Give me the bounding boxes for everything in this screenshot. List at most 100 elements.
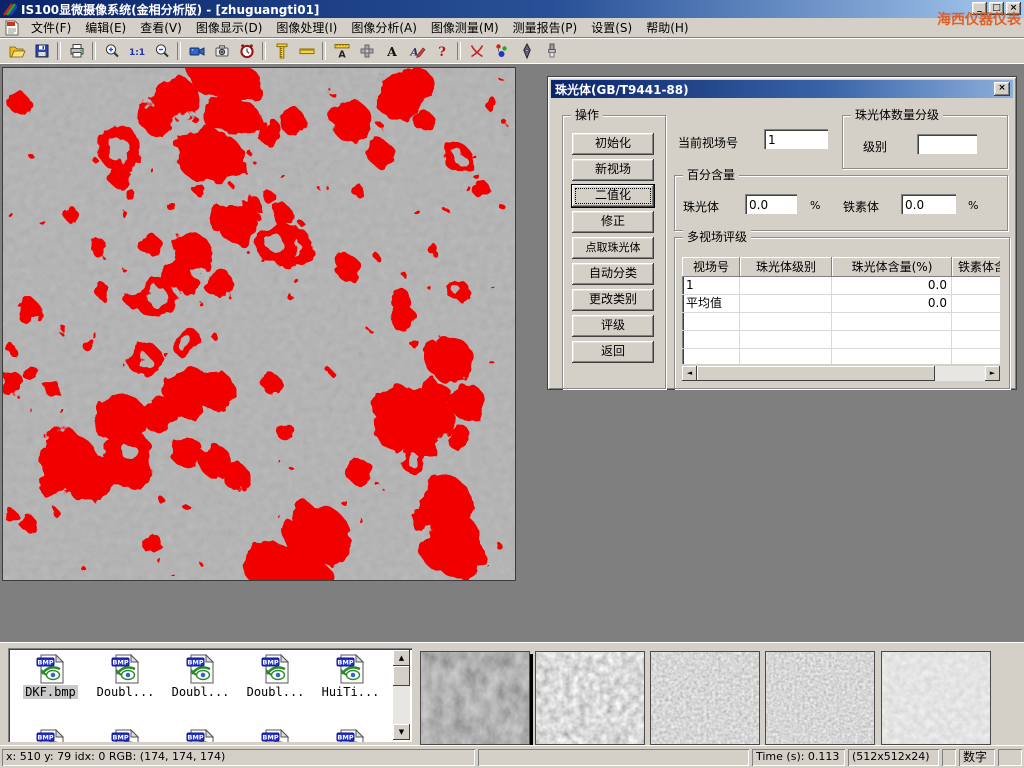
file-item[interactable]: HuiTi... bbox=[314, 653, 387, 699]
actual-size-icon[interactable]: 1:1 bbox=[124, 40, 149, 62]
file-name[interactable]: Doubl... bbox=[245, 685, 307, 699]
toolbar-separator bbox=[457, 42, 461, 60]
binarize-button[interactable]: 二值化 bbox=[572, 185, 654, 207]
measure-text-icon[interactable]: A bbox=[329, 40, 354, 62]
menu-image-analysis[interactable]: 图像分析(A) bbox=[344, 17, 424, 38]
return-button[interactable]: 返回 bbox=[572, 341, 654, 363]
thumbnail-1[interactable] bbox=[420, 651, 530, 745]
col-pearlite-level[interactable]: 珠光体级别 bbox=[740, 257, 832, 277]
scroll-left-icon[interactable]: ◄ bbox=[682, 366, 697, 381]
file-browser[interactable]: DKF.bmp Doubl... Doubl... Doubl... HuiTi… bbox=[8, 648, 412, 742]
grading-group-label: 珠光体数量分级 bbox=[851, 108, 943, 122]
video-capture-icon[interactable] bbox=[184, 40, 209, 62]
title-bar: IS100显微摄像系统(金相分析版) - [zhuguangti01] _ □ … bbox=[0, 0, 1024, 18]
bmp-file-icon bbox=[109, 728, 143, 742]
current-field-input[interactable] bbox=[764, 129, 828, 149]
menu-image-measure[interactable]: 图像测量(M) bbox=[424, 17, 506, 38]
print-icon[interactable] bbox=[64, 40, 89, 62]
file-item[interactable]: Doubl... bbox=[164, 653, 237, 699]
bmp-file-icon bbox=[334, 728, 368, 742]
menu-measure-report[interactable]: 测量报告(P) bbox=[506, 17, 585, 38]
document-icon[interactable] bbox=[4, 20, 20, 36]
thumbnail-4[interactable] bbox=[765, 651, 875, 745]
file-item-partial[interactable] bbox=[14, 728, 87, 742]
file-item[interactable]: DKF.bmp bbox=[14, 653, 87, 699]
status-empty-panel bbox=[478, 749, 749, 766]
svg-text:1:1: 1:1 bbox=[128, 48, 144, 58]
file-item[interactable]: Doubl... bbox=[89, 653, 162, 699]
table-row-empty bbox=[682, 331, 1000, 349]
dialog-title-bar[interactable]: 珠光体(GB/T9441-88) bbox=[551, 80, 1013, 98]
file-item-partial[interactable] bbox=[89, 728, 162, 742]
classify-points-icon[interactable] bbox=[489, 40, 514, 62]
bmp-file-icon bbox=[34, 653, 68, 685]
scroll-thumb[interactable] bbox=[393, 666, 410, 686]
thumbnail-2[interactable] bbox=[535, 651, 645, 745]
file-name[interactable]: HuiTi... bbox=[320, 685, 382, 699]
thumbnail-3[interactable] bbox=[650, 651, 760, 745]
zoom-out-icon[interactable] bbox=[149, 40, 174, 62]
caliper-icon[interactable] bbox=[269, 40, 294, 62]
micrograph-image[interactable] bbox=[2, 67, 516, 581]
pen-tool-icon[interactable] bbox=[514, 40, 539, 62]
table-header: 视场号 珠光体级别 珠光体含量(%) 铁素体含量(%) bbox=[682, 257, 1000, 277]
table-row[interactable]: 平均值 0.0 bbox=[682, 295, 1000, 313]
dialog-close-icon[interactable]: × bbox=[994, 82, 1010, 96]
file-item-partial[interactable] bbox=[314, 728, 387, 742]
status-time: Time (s): 0.113 bbox=[752, 749, 845, 766]
init-button[interactable]: 初始化 bbox=[572, 133, 654, 155]
camera-capture-icon[interactable] bbox=[209, 40, 234, 62]
grade-button[interactable]: 评级 bbox=[572, 315, 654, 337]
open-file-icon[interactable] bbox=[4, 40, 29, 62]
brush-tool-icon[interactable] bbox=[539, 40, 564, 62]
level-input[interactable] bbox=[917, 134, 977, 154]
menu-help[interactable]: 帮助(H) bbox=[639, 17, 695, 38]
col-pearlite-content[interactable]: 珠光体含量(%) bbox=[832, 257, 952, 277]
file-browser-vscrollbar[interactable]: ▲ ▼ bbox=[393, 650, 410, 740]
pearlite-percent-input[interactable] bbox=[745, 194, 797, 214]
zoom-in-icon[interactable] bbox=[99, 40, 124, 62]
scroll-up-icon[interactable]: ▲ bbox=[393, 650, 410, 666]
save-icon[interactable] bbox=[29, 40, 54, 62]
menu-image-processing[interactable]: 图像处理(I) bbox=[269, 17, 344, 38]
timer-icon[interactable] bbox=[234, 40, 259, 62]
file-name[interactable]: Doubl... bbox=[170, 685, 232, 699]
multi-field-table[interactable]: 视场号 珠光体级别 珠光体含量(%) 铁素体含量(%) 1 0.0 平均值 0.… bbox=[682, 257, 1000, 364]
edit-annotation-icon[interactable]: A bbox=[404, 40, 429, 62]
text-annotation-icon[interactable]: A bbox=[379, 40, 404, 62]
change-class-button[interactable]: 更改类别 bbox=[572, 289, 654, 311]
scroll-thumb[interactable] bbox=[697, 366, 935, 381]
col-ferrite-content[interactable]: 铁素体含量(%) bbox=[952, 257, 1000, 277]
table-row[interactable]: 1 0.0 bbox=[682, 277, 1000, 295]
menu-view[interactable]: 查看(V) bbox=[133, 17, 189, 38]
auto-classify-button[interactable]: 自动分类 bbox=[572, 263, 654, 285]
ruler-icon[interactable] bbox=[294, 40, 319, 62]
col-field-no[interactable]: 视场号 bbox=[682, 257, 740, 277]
menu-image-display[interactable]: 图像显示(D) bbox=[189, 17, 270, 38]
file-name[interactable]: Doubl... bbox=[95, 685, 157, 699]
menu-file[interactable]: 文件(F) bbox=[24, 17, 78, 38]
scroll-down-icon[interactable]: ▼ bbox=[393, 724, 410, 740]
status-mode: 数字 bbox=[959, 749, 995, 766]
file-item-partial[interactable] bbox=[239, 728, 312, 742]
file-item-partial[interactable] bbox=[164, 728, 237, 742]
pick-pearlite-button[interactable]: 点取珠光体 bbox=[572, 237, 654, 259]
curve-tool-icon[interactable] bbox=[464, 40, 489, 62]
help-icon[interactable]: ? bbox=[429, 40, 454, 62]
table-hscrollbar[interactable]: ◄ ► bbox=[682, 366, 1000, 381]
ferrite-percent-input[interactable] bbox=[901, 194, 956, 214]
menu-settings[interactable]: 设置(S) bbox=[584, 17, 639, 38]
bmp-file-icon bbox=[184, 728, 218, 742]
grid-icon[interactable] bbox=[354, 40, 379, 62]
percent-group-label: 百分含量 bbox=[683, 168, 739, 182]
file-item[interactable]: Doubl... bbox=[239, 653, 312, 699]
thumbnail-5[interactable] bbox=[881, 651, 991, 745]
new-field-button[interactable]: 新视场 bbox=[572, 159, 654, 181]
toolbar-separator bbox=[92, 42, 96, 60]
bmp-file-icon bbox=[334, 653, 368, 685]
menu-edit[interactable]: 编辑(E) bbox=[78, 17, 133, 38]
scroll-right-icon[interactable]: ► bbox=[985, 366, 1000, 381]
correct-button[interactable]: 修正 bbox=[572, 211, 654, 233]
file-name[interactable]: DKF.bmp bbox=[23, 685, 78, 699]
level-label: 级别 bbox=[863, 138, 887, 155]
